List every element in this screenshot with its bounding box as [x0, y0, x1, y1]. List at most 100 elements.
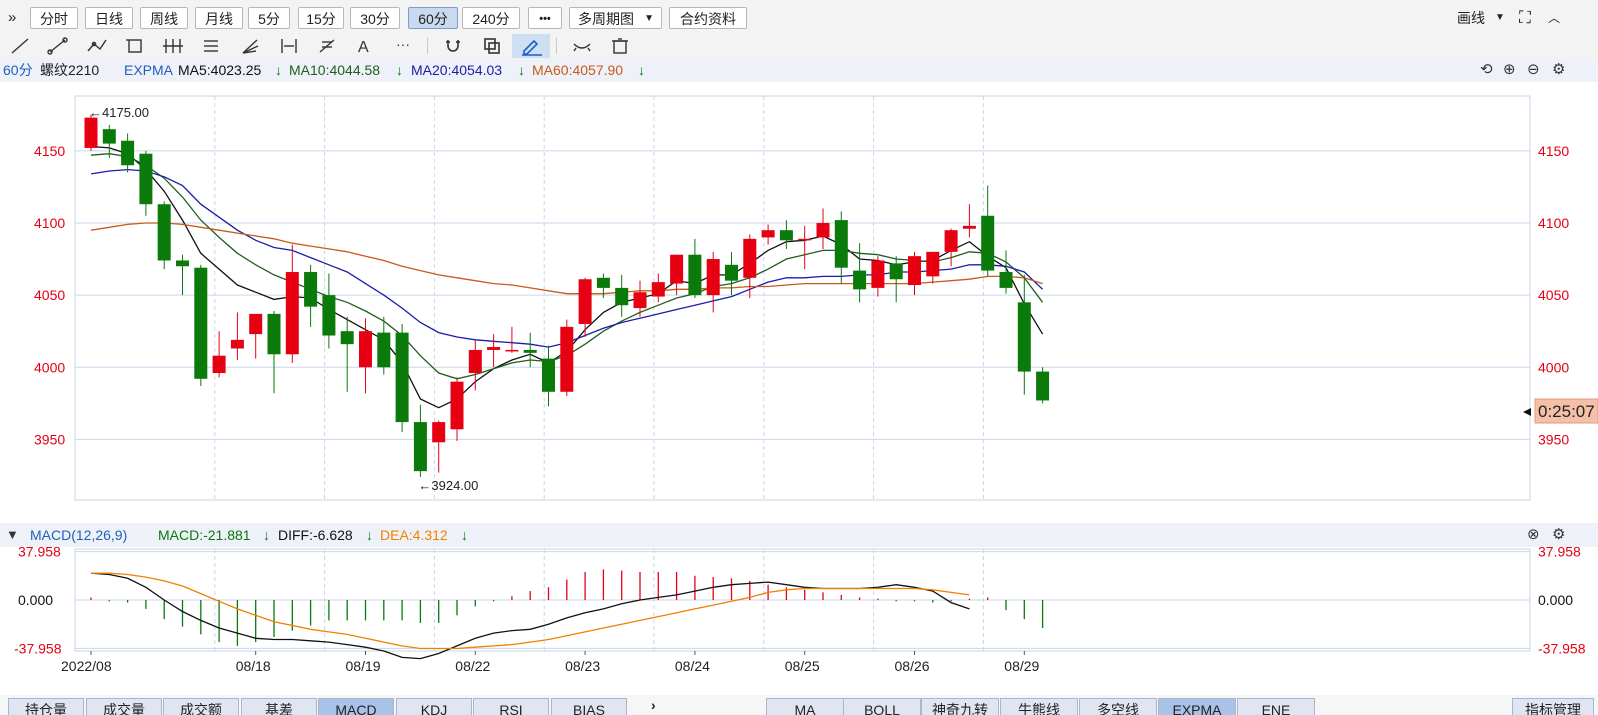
ray-icon[interactable] — [47, 37, 68, 55]
candle-body — [413, 422, 427, 472]
contract-info-button[interactable]: 合约资料 — [669, 7, 747, 29]
overlay-tab[interactable]: 牛熊线 — [1000, 698, 1078, 715]
gann-icon[interactable] — [319, 39, 335, 53]
magnet-icon[interactable] — [446, 40, 460, 52]
candle-body — [706, 259, 720, 296]
period-button[interactable]: 15分 — [298, 7, 344, 29]
trash-icon[interactable] — [612, 38, 628, 54]
polyline-icon[interactable] — [87, 39, 107, 52]
indicator-tab[interactable]: 基差 — [241, 698, 317, 715]
candle-body — [981, 215, 995, 271]
period-button[interactable]: 月线 — [195, 7, 243, 29]
period-button[interactable]: 240分 — [462, 7, 520, 29]
copy-icon[interactable] — [484, 38, 500, 54]
candle-body — [560, 326, 574, 392]
macd-tick-right: -37.958 — [1538, 640, 1586, 656]
indicator-tab[interactable]: RSI — [473, 698, 549, 715]
ma20-value: MA20:4054.03 — [411, 62, 503, 78]
price-tick-right: 4000 — [1538, 359, 1569, 375]
multi-period-dropdown[interactable]: 多周期图 ▼ — [569, 7, 662, 29]
price-tick-left: 4100 — [34, 215, 65, 231]
candle-body — [450, 381, 464, 430]
macd-grid — [74, 548, 1531, 652]
candle-body — [944, 230, 958, 252]
chevron-up-icon[interactable]: ︿ — [1548, 7, 1560, 29]
period-button[interactable]: 30分 — [350, 7, 400, 29]
price-tick-left: 4150 — [34, 143, 65, 159]
period-button[interactable]: 5分 — [248, 7, 290, 29]
overlay-tab[interactable]: EXPMA — [1158, 698, 1236, 715]
measure-icon[interactable] — [281, 39, 297, 53]
zoom-in-icon[interactable]: ⊕ — [1503, 58, 1516, 82]
period-button[interactable]: 60分 — [408, 7, 458, 29]
macd-value: MACD:-21.881 — [158, 527, 251, 543]
indicator-tab[interactable]: MACD — [318, 698, 394, 715]
candle-body — [596, 277, 610, 288]
indicator-tab[interactable]: 成交量 — [86, 698, 162, 715]
macd-down-arrow-icon: ↓ — [263, 527, 270, 543]
period-button[interactable]: 周线 — [140, 7, 188, 29]
draw-menu-label[interactable]: 画线 — [1457, 7, 1485, 29]
candle-body — [121, 140, 135, 166]
candle-body — [102, 129, 116, 144]
indicator-tab[interactable]: 成交额 — [163, 698, 239, 715]
expand-sidebar-icon[interactable]: » — [8, 7, 16, 29]
indicator-manage-button[interactable]: 指标管理 — [1512, 698, 1594, 715]
indicator-label: EXPMA — [124, 62, 174, 78]
candle-body — [578, 279, 592, 324]
indicator-tab[interactable]: BIAS — [551, 698, 627, 715]
candle-body — [377, 332, 391, 368]
dea-down-arrow-icon: ↓ — [461, 527, 468, 543]
indicator-tab[interactable]: 持仓量 — [8, 698, 84, 715]
ma10-down-arrow-icon: ↓ — [396, 62, 403, 78]
undo-icon[interactable]: ⟲ — [1480, 58, 1493, 82]
fan-icon[interactable] — [242, 39, 259, 54]
diff-down-arrow-icon: ↓ — [366, 527, 373, 543]
candle-body — [523, 349, 537, 353]
text-tool-icon[interactable]: A — [358, 39, 369, 56]
candle-body — [926, 251, 940, 277]
macd-tick-right: 37.958 — [1538, 547, 1581, 560]
price-tick-right: 4150 — [1538, 143, 1569, 159]
overlay-tab[interactable]: BOLL — [843, 698, 921, 715]
gear-icon[interactable]: ⚙ — [1552, 58, 1565, 82]
macd-lines — [90, 572, 970, 660]
candle-body — [432, 422, 446, 443]
overlay-tab[interactable]: 多空线 — [1079, 698, 1157, 715]
candle-body — [487, 347, 501, 350]
low-price-label: ←3924.00 — [418, 478, 478, 493]
period-button[interactable]: 分时 — [30, 7, 78, 29]
period-button[interactable]: 日线 — [85, 7, 133, 29]
candle-body — [468, 349, 482, 374]
candle-body — [615, 287, 629, 306]
overlay-tab[interactable]: MA — [766, 698, 844, 715]
indicator-tab[interactable]: KDJ — [396, 698, 472, 715]
overlay-tab[interactable]: 神奇九转 — [921, 698, 999, 715]
high-price-label: ←4175.00 — [89, 105, 149, 120]
dea-value: DEA:4.312 — [380, 527, 448, 543]
candle-body — [267, 313, 281, 355]
period-toolbar: » 分时 日线 周线 月线 5分 15分 30分 60分 240分 ••• 多周期图 ▼ 合约资… — [0, 0, 1598, 35]
more-tools-icon[interactable]: ··· — [396, 36, 410, 52]
close-icon[interactable]: ⊗ — [1527, 523, 1540, 547]
candle-body — [651, 282, 665, 297]
date-tick-label: 08/29 — [1004, 658, 1039, 674]
collapse-icon[interactable]: ▼ — [6, 523, 19, 547]
date-tick-label: 08/19 — [346, 658, 381, 674]
more-periods-button[interactable]: ••• — [528, 7, 562, 29]
candle-body — [725, 264, 738, 281]
fullscreen-icon[interactable]: ⛶ — [1519, 7, 1531, 29]
chevron-down-icon[interactable]: ▼ — [1495, 7, 1505, 29]
candle-body — [779, 230, 793, 241]
hide-icon[interactable] — [573, 43, 591, 52]
candle-body — [834, 220, 848, 268]
gear-icon[interactable]: ⚙ — [1552, 523, 1565, 547]
chevron-right-icon[interactable]: › — [651, 697, 656, 713]
date-tick-label: 08/24 — [675, 658, 710, 674]
rectangle-tool-icon[interactable] — [126, 39, 142, 53]
zoom-out-icon[interactable]: ⊖ — [1527, 58, 1540, 82]
overlay-tab[interactable]: ENE — [1237, 698, 1315, 715]
parallel-channel-icon[interactable] — [163, 39, 183, 53]
fibonacci-icon[interactable] — [204, 40, 218, 52]
line-icon[interactable] — [11, 38, 29, 54]
